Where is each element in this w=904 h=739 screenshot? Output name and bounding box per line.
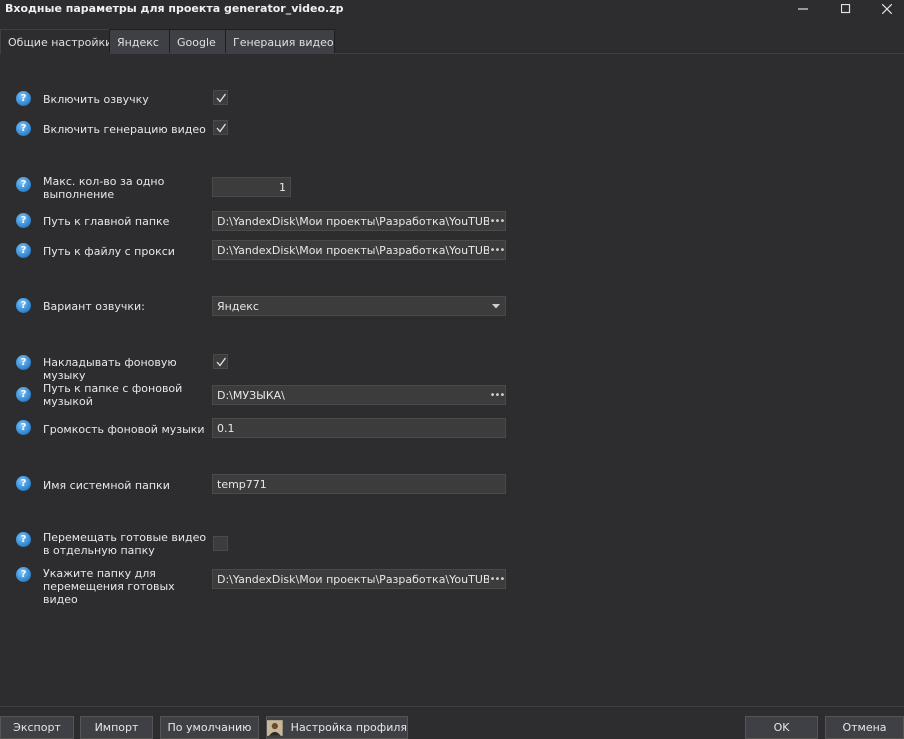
system-folder-label: Имя системной папки bbox=[43, 479, 170, 492]
profile-settings-label: Настройка профиля bbox=[290, 721, 407, 734]
help-icon[interactable]: ? bbox=[16, 532, 31, 547]
footer-divider bbox=[0, 706, 904, 707]
browse-dots-icon[interactable]: ••• bbox=[489, 212, 505, 230]
close-icon bbox=[882, 4, 892, 14]
minimize-icon bbox=[798, 8, 808, 10]
help-icon[interactable]: ? bbox=[16, 243, 31, 258]
checkmark-icon bbox=[216, 123, 226, 133]
help-icon[interactable]: ? bbox=[16, 177, 31, 192]
tab-video-generation[interactable]: Генерация видео bbox=[225, 29, 335, 54]
music-folder-label: Путь к папке с фоновой музыкой bbox=[43, 382, 183, 408]
settings-panel: ? Включить озвучку ? Включить генерацию … bbox=[0, 54, 904, 706]
defaults-button[interactable]: По умолчанию bbox=[160, 716, 259, 739]
help-icon[interactable]: ? bbox=[16, 213, 31, 228]
browse-dots-icon[interactable]: ••• bbox=[489, 570, 505, 588]
enable-voice-label: Включить озвучку bbox=[43, 93, 149, 106]
browse-dots-icon[interactable]: ••• bbox=[489, 241, 505, 259]
voice-variant-value: Яндекс bbox=[217, 299, 259, 313]
maximize-icon bbox=[841, 4, 851, 14]
music-volume-label: Громкость фоновой музыки bbox=[43, 423, 205, 436]
help-icon[interactable]: ? bbox=[16, 420, 31, 435]
export-button[interactable]: Экспорт bbox=[0, 716, 74, 739]
voice-variant-select[interactable]: Яндекс bbox=[212, 296, 506, 316]
voice-variant-label: Вариант озвучки: bbox=[43, 300, 145, 313]
checkmark-icon bbox=[216, 93, 226, 103]
main-folder-value: D:\YandexDisk\Мои проекты\Разработка\You… bbox=[217, 214, 489, 228]
move-folder-input[interactable]: D:\YandexDisk\Мои проекты\Разработка\You… bbox=[212, 569, 506, 589]
enable-video-checkbox[interactable] bbox=[213, 120, 228, 135]
proxy-file-label: Путь к файлу с прокси bbox=[43, 245, 175, 258]
tab-bar: Общие настройки Яндекс Google Генерация … bbox=[0, 29, 335, 54]
maximize-button[interactable] bbox=[828, 0, 864, 18]
import-button[interactable]: Импорт bbox=[80, 716, 153, 739]
chevron-down-icon[interactable] bbox=[487, 297, 505, 315]
profile-settings-button[interactable]: Настройка профиля bbox=[266, 716, 408, 739]
help-icon[interactable]: ? bbox=[16, 567, 31, 582]
tab-general-settings[interactable]: Общие настройки bbox=[0, 29, 112, 54]
move-folder-value: D:\YandexDisk\Мои проекты\Разработка\You… bbox=[217, 572, 489, 586]
music-folder-value: D:\МУЗЫКА\ bbox=[217, 388, 285, 402]
move-folder-label: Укажите папку для перемещения готовых ви… bbox=[43, 567, 175, 606]
max-per-run-label: Макс. кол-во за одно выполнение bbox=[43, 175, 165, 201]
bg-music-checkbox[interactable] bbox=[213, 354, 228, 369]
music-folder-input[interactable]: D:\МУЗЫКА\ ••• bbox=[212, 385, 506, 405]
cancel-button[interactable]: Отмена bbox=[825, 716, 904, 739]
help-icon[interactable]: ? bbox=[16, 355, 31, 370]
music-volume-input[interactable]: 0.1 bbox=[212, 418, 506, 438]
enable-voice-checkbox[interactable] bbox=[213, 90, 228, 105]
enable-video-label: Включить генерацию видео bbox=[43, 123, 206, 136]
tab-google[interactable]: Google bbox=[169, 29, 226, 54]
window-title: Входные параметры для проекта generator_… bbox=[5, 2, 344, 15]
bg-music-label: Накладывать фоновую музыку bbox=[43, 356, 177, 382]
proxy-file-value: D:\YandexDisk\Мои проекты\Разработка\You… bbox=[217, 243, 489, 257]
help-icon[interactable]: ? bbox=[16, 91, 31, 106]
help-icon[interactable]: ? bbox=[16, 121, 31, 136]
proxy-file-input[interactable]: D:\YandexDisk\Мои проекты\Разработка\You… bbox=[212, 240, 506, 260]
help-icon[interactable]: ? bbox=[16, 298, 31, 313]
browse-dots-icon[interactable]: ••• bbox=[489, 386, 505, 404]
move-videos-label: Перемещать готовые видео в отдельную пап… bbox=[43, 531, 207, 557]
help-icon[interactable]: ? bbox=[16, 476, 31, 491]
user-profile-icon bbox=[267, 719, 283, 736]
main-folder-label: Путь к главной папке bbox=[43, 215, 170, 228]
move-videos-checkbox[interactable] bbox=[213, 536, 228, 551]
checkmark-icon bbox=[216, 357, 226, 367]
main-folder-input[interactable]: D:\YandexDisk\Мои проекты\Разработка\You… bbox=[212, 211, 506, 231]
ok-button[interactable]: OK bbox=[745, 716, 818, 739]
minimize-button[interactable] bbox=[785, 0, 821, 18]
max-per-run-input[interactable]: 1 bbox=[212, 177, 291, 197]
close-button[interactable] bbox=[869, 0, 904, 18]
tab-yandex[interactable]: Яндекс bbox=[109, 29, 170, 54]
system-folder-input[interactable]: temp771 bbox=[212, 474, 506, 494]
help-icon[interactable]: ? bbox=[16, 387, 31, 402]
title-bar: Входные параметры для проекта generator_… bbox=[0, 0, 904, 18]
